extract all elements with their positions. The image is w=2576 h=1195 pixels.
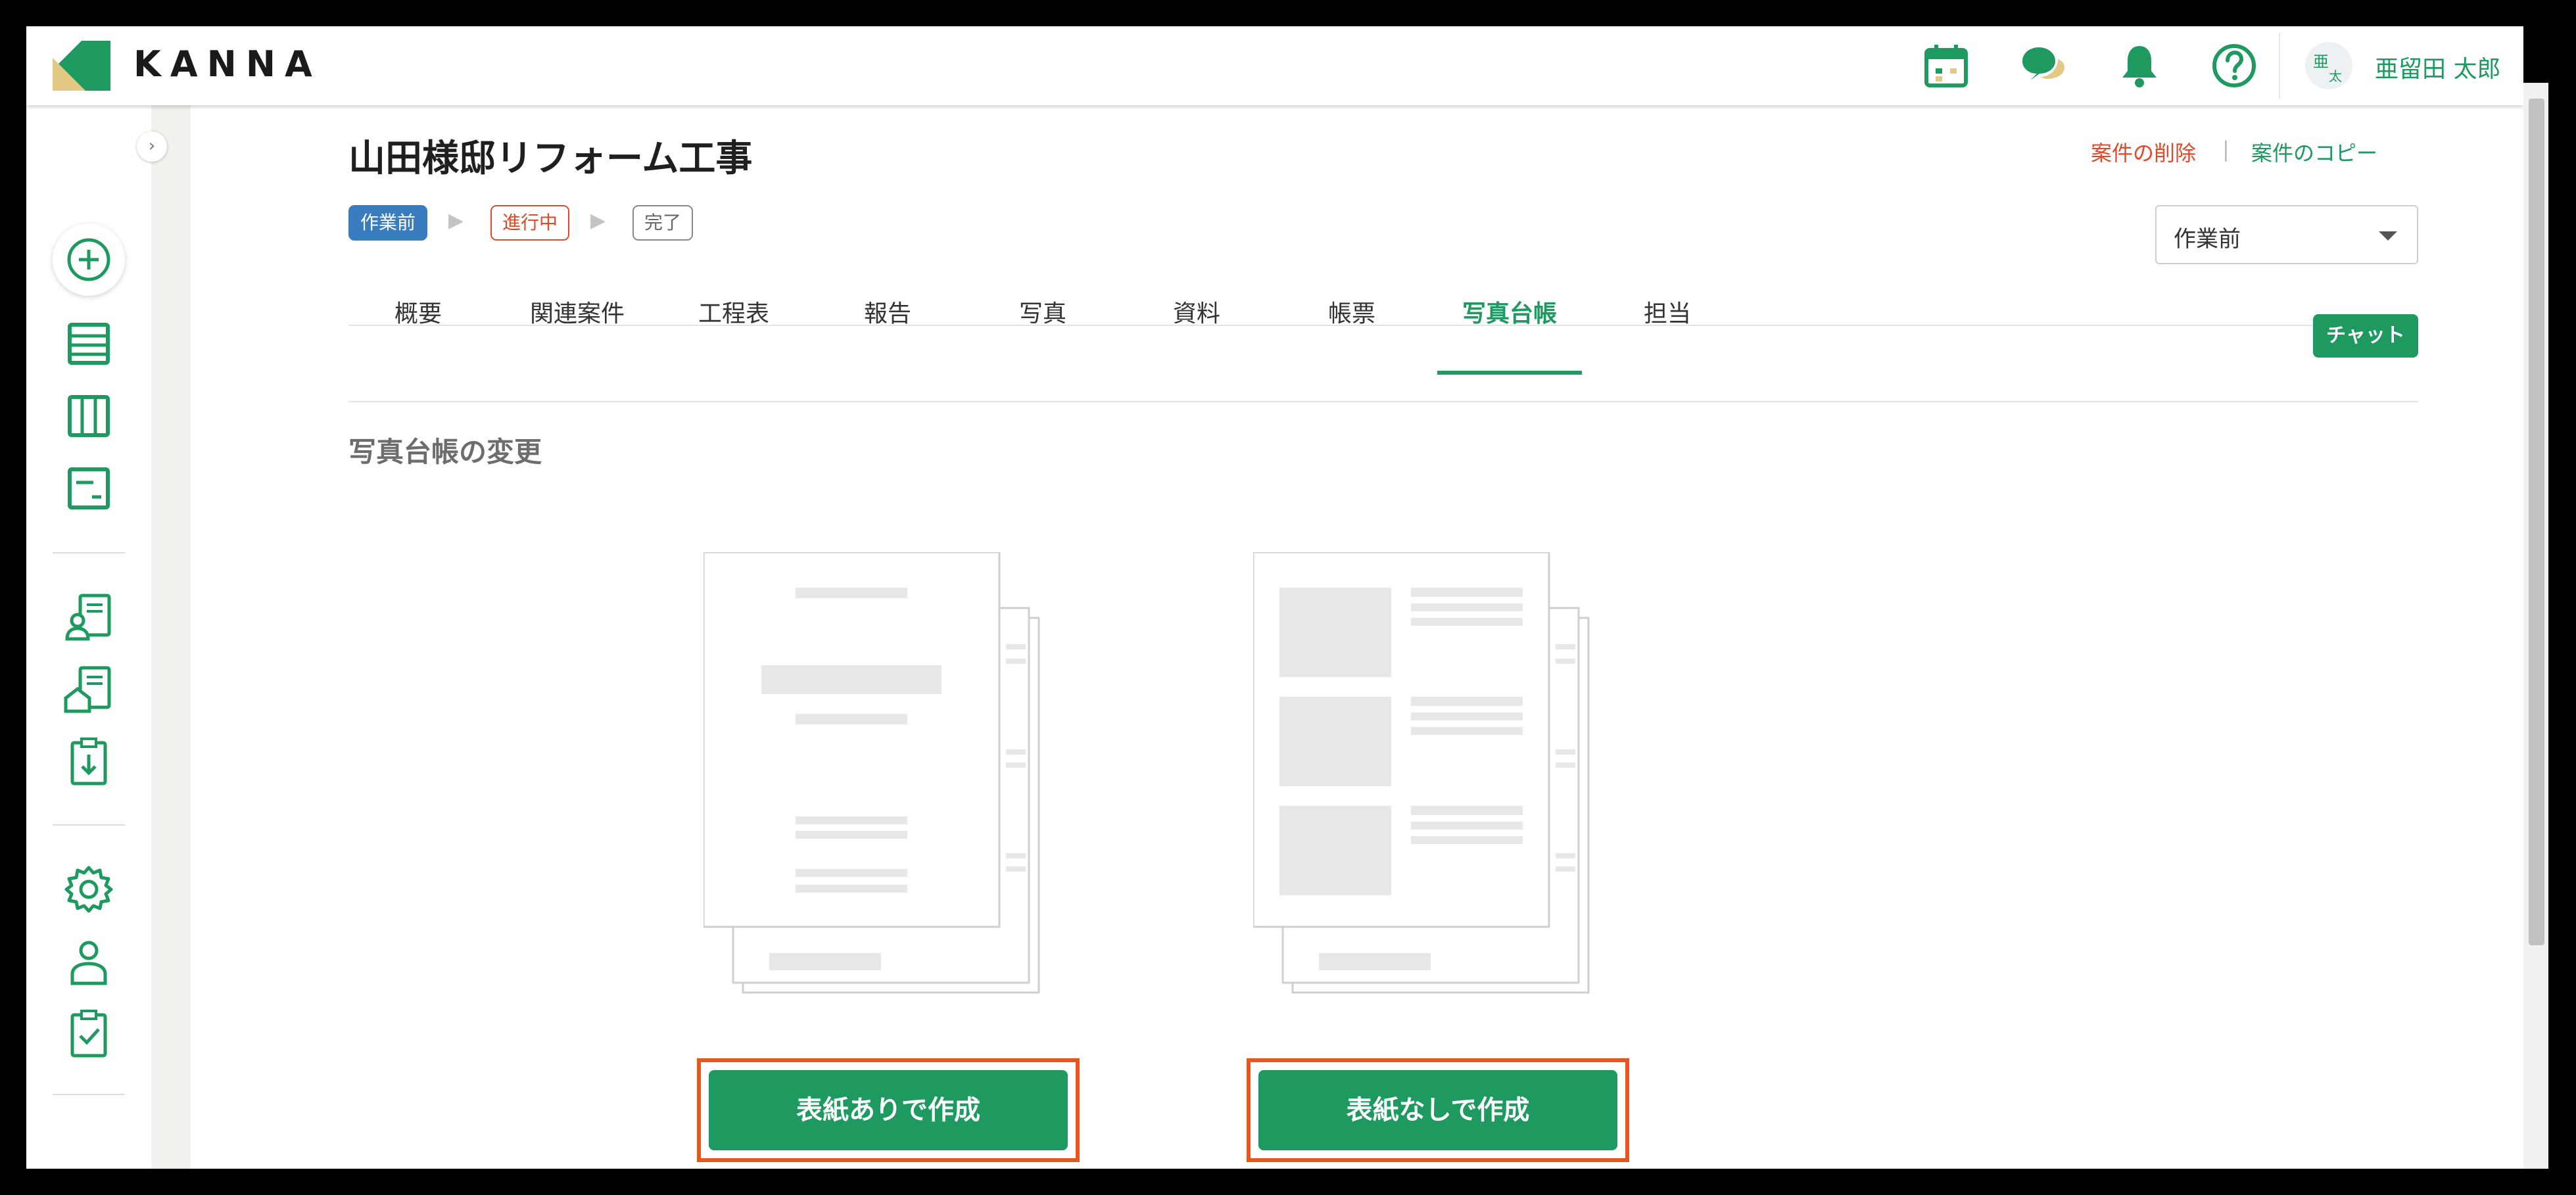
tab-schedule[interactable]: 工程表 <box>698 294 769 329</box>
sidebar-divider <box>53 552 125 553</box>
status-select[interactable]: 作業前 <box>2155 205 2418 264</box>
tab-photo-ledger[interactable]: 写真台帳 <box>1462 294 1557 329</box>
gantt-icon[interactable] <box>60 460 117 517</box>
tabs-top-divider <box>348 325 2418 326</box>
create-without-cover-highlight: 表紙なしで作成 <box>1247 1058 1629 1162</box>
create-with-cover-highlight: 表紙ありで作成 <box>697 1058 1080 1162</box>
main-content: 山田様邸リフォーム工事 案件の削除 | 案件のコピー 作業前 ▶ 進行中 ▶ 完… <box>191 105 2523 1169</box>
user-icon[interactable] <box>60 933 117 990</box>
with-cover-preview-image <box>704 552 1040 994</box>
chevron-down-icon <box>2379 231 2397 241</box>
tab-related-projects[interactable]: 関連案件 <box>530 294 625 329</box>
without-cover-preview-image <box>1253 552 1590 994</box>
board-icon[interactable] <box>60 388 117 444</box>
tab-photos[interactable]: 写真 <box>1019 294 1066 329</box>
logo-text: KANNA <box>133 43 322 85</box>
sidebar <box>26 105 151 1169</box>
help-icon[interactable] <box>2209 41 2259 91</box>
clipboard-download-icon[interactable] <box>60 734 117 790</box>
delete-project-link[interactable]: 案件の削除 <box>2091 137 2196 167</box>
chat-bubbles-icon[interactable] <box>2018 41 2068 91</box>
status-badge-done: 完了 <box>632 205 694 241</box>
kanna-logo-icon[interactable] <box>53 41 110 91</box>
scrollbar-thumb[interactable] <box>2529 99 2544 945</box>
chat-button[interactable]: チャット <box>2313 314 2418 358</box>
tab-documents[interactable]: 資料 <box>1173 294 1220 329</box>
sidebar-collapse-button[interactable]: › <box>137 131 167 162</box>
client-document-icon[interactable] <box>60 589 117 645</box>
clipboard-check-icon[interactable] <box>60 1006 117 1062</box>
bell-icon[interactable] <box>2114 41 2164 91</box>
settings-icon[interactable] <box>60 861 117 918</box>
add-project-button[interactable] <box>53 223 125 296</box>
tab-assignees[interactable]: 担当 <box>1644 294 1691 329</box>
sidebar-divider <box>53 824 125 826</box>
status-badge-before: 作業前 <box>348 205 428 241</box>
list-icon[interactable] <box>60 316 117 372</box>
create-with-cover-button[interactable]: 表紙ありで作成 <box>709 1070 1068 1150</box>
status-badge-in-progress: 進行中 <box>490 205 570 241</box>
user-name[interactable]: 亜留田 太郎 <box>2375 50 2500 84</box>
tabs-bottom-divider <box>348 401 2418 402</box>
app-window: KANNA 亜 太 亜留田 太郎 › 山田様邸リフォーム工事 案件の削除 | 案… <box>26 26 2523 1169</box>
tab-forms[interactable]: 帳票 <box>1328 294 1375 329</box>
top-header: KANNA 亜 太 亜留田 太郎 <box>26 26 2523 105</box>
section-title: 写真台帳の変更 <box>348 436 542 468</box>
status-arrow-icon: ▶ <box>590 209 606 232</box>
header-divider <box>2279 33 2280 99</box>
active-tab-indicator <box>1437 371 1582 375</box>
add-icon <box>67 238 110 281</box>
tab-overview[interactable]: 概要 <box>394 294 442 329</box>
link-separator: | <box>2222 137 2230 162</box>
avatar[interactable]: 亜 太 <box>2305 42 2352 89</box>
status-select-value: 作業前 <box>2174 226 2241 252</box>
create-without-cover-button[interactable]: 表紙なしで作成 <box>1258 1070 1617 1150</box>
copy-project-link[interactable]: 案件のコピー <box>2251 137 2377 167</box>
page-title: 山田様邸リフォーム工事 <box>348 137 753 180</box>
status-arrow-icon: ▶ <box>448 209 464 232</box>
calendar-icon[interactable] <box>1921 41 1971 91</box>
sidebar-divider <box>53 1094 125 1095</box>
property-document-icon[interactable] <box>60 661 117 718</box>
tab-reports[interactable]: 報告 <box>864 294 911 329</box>
